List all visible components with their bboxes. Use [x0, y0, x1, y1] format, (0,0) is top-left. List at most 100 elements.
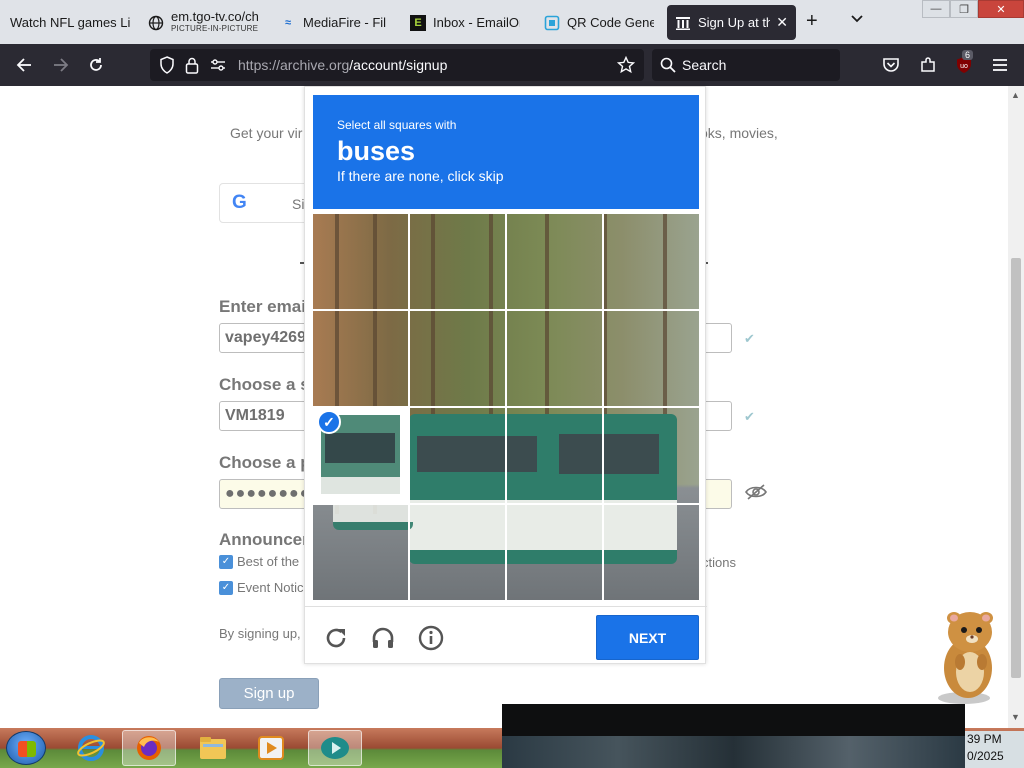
url-text[interactable]: https://archive.org/account/signup: [238, 57, 447, 73]
captcha-cell[interactable]: [604, 505, 699, 600]
grid-line: [313, 503, 699, 505]
captcha-cell[interactable]: [410, 505, 506, 600]
eye-off-icon[interactable]: [745, 484, 767, 505]
selected-check-icon: ✓: [317, 410, 341, 434]
url-bar[interactable]: https://archive.org/account/signup: [150, 49, 644, 81]
emailondeck-icon: E: [410, 14, 426, 31]
tab-qr-code[interactable]: QR Code Genera: [536, 5, 662, 40]
grid-line: [313, 309, 699, 311]
lock-icon[interactable]: [181, 54, 203, 76]
url-host: https://archive.org: [238, 57, 350, 73]
media-player-icon[interactable]: [244, 730, 298, 766]
captcha-target: buses: [337, 136, 416, 166]
scroll-down-icon[interactable]: ▼: [1011, 712, 1020, 722]
search-bar[interactable]: Search: [652, 49, 840, 81]
chevron-down-icon[interactable]: [850, 12, 864, 27]
screenname-label: Choose a s: [219, 375, 310, 394]
tab-label: QR Code Genera: [567, 15, 654, 30]
picture-in-picture-video[interactable]: [502, 704, 965, 768]
email-value: vapey4269: [225, 329, 306, 346]
captcha-cell[interactable]: [604, 408, 699, 504]
password-value: ●●●●●●●●: [225, 485, 311, 502]
firefox-icon[interactable]: [122, 730, 176, 766]
captcha-footer-divider: [305, 606, 707, 607]
tab-mediafire[interactable]: ≈ MediaFire - Files: [272, 5, 394, 40]
tracking-shield-icon[interactable]: [156, 54, 178, 76]
tab-tgo-tv[interactable]: em.tgo-tv.co/ch PICTURE-IN-PICTURE: [140, 5, 268, 40]
captcha-cell[interactable]: [313, 311, 409, 407]
reload-icon[interactable]: [85, 54, 107, 76]
next-button[interactable]: NEXT: [596, 615, 699, 660]
announcements-label: Announcen: [219, 530, 313, 549]
captcha-hint: If there are none, click skip: [337, 168, 504, 184]
back-icon[interactable]: [13, 54, 35, 76]
captcha-image-grid: ✓: [313, 214, 699, 600]
google-icon: G: [232, 192, 247, 213]
tab-emailondeck[interactable]: E Inbox - EmailOnl: [402, 5, 528, 40]
captcha-instruction: Select all squares with: [337, 118, 457, 132]
captcha-header: Select all squares with buses If there a…: [313, 95, 699, 209]
refresh-icon[interactable]: [321, 623, 351, 653]
captcha-cell[interactable]: [604, 311, 699, 407]
tab-label: MediaFire - Files: [303, 15, 386, 30]
page-scrollbar[interactable]: ▲ ▼: [1008, 86, 1024, 728]
restore-icon[interactable]: ❐: [950, 0, 978, 18]
tab-nfl[interactable]: Watch NFL games Li: [2, 5, 140, 40]
captcha-cell[interactable]: [313, 214, 409, 310]
qr-icon: [544, 15, 560, 31]
globe-icon: [148, 15, 164, 31]
info-icon[interactable]: [416, 623, 446, 653]
checkbox-checked-icon[interactable]: ✓: [219, 554, 233, 569]
captcha-cell[interactable]: [507, 505, 603, 600]
page-tagline: Get your vir: [230, 125, 303, 141]
captcha-cell[interactable]: [410, 408, 506, 504]
scroll-up-icon[interactable]: ▲: [1011, 90, 1020, 100]
signup-button[interactable]: Sign up: [219, 678, 319, 709]
google-signin-label: Si: [292, 196, 305, 212]
password-label: Choose a p: [219, 453, 311, 472]
app-icon[interactable]: [308, 730, 362, 766]
captcha-cell[interactable]: [507, 311, 603, 407]
captcha-cell[interactable]: [410, 214, 506, 310]
clock-time: 39 PM: [967, 732, 1002, 746]
archive-icon: [675, 15, 691, 31]
bookmark-star-icon[interactable]: [615, 54, 637, 76]
tab-archive-signup[interactable]: Sign Up at the ✕: [667, 5, 796, 40]
headphones-icon[interactable]: [368, 623, 398, 653]
announcement-option-label: Best of the: [237, 554, 300, 569]
system-clock[interactable]: 39 PM 0/2025: [965, 731, 1024, 768]
tab-label: em.tgo-tv.co/ch: [171, 10, 259, 24]
announcement-option-1[interactable]: ✓ Best of the: [219, 554, 299, 569]
captcha-cell[interactable]: [410, 311, 506, 407]
permissions-icon[interactable]: [207, 54, 229, 76]
minimize-icon[interactable]: —: [922, 0, 950, 18]
close-tab-icon[interactable]: ✕: [776, 14, 788, 31]
screenname-valid-icon: ✔: [744, 409, 755, 424]
url-path: /account/signup: [349, 57, 448, 73]
window-close-icon[interactable]: ✕: [978, 0, 1024, 18]
new-tab-icon[interactable]: +: [806, 10, 818, 33]
captcha-cell[interactable]: [507, 214, 603, 310]
captcha-challenge: Select all squares with buses If there a…: [304, 86, 707, 664]
navigation-bar: https://archive.org/account/signup Searc…: [0, 44, 1024, 86]
captcha-cell[interactable]: [507, 408, 603, 504]
announcement-option-2[interactable]: ✓ Event Notic: [219, 580, 303, 595]
captcha-cell[interactable]: [313, 505, 409, 600]
svg-text:uo: uo: [960, 63, 968, 70]
scroll-thumb[interactable]: [1011, 258, 1021, 678]
start-button[interactable]: [6, 731, 46, 765]
checkbox-checked-icon[interactable]: ✓: [219, 580, 233, 595]
menu-icon[interactable]: [989, 54, 1011, 76]
hamster-mascot[interactable]: [924, 606, 1008, 706]
mediafire-icon: ≈: [284, 16, 292, 29]
tab-label: Inbox - EmailOnl: [433, 15, 520, 30]
pocket-icon[interactable]: [880, 54, 902, 76]
captcha-cell[interactable]: [604, 214, 699, 310]
search-icon: [657, 54, 679, 76]
internet-explorer-icon[interactable]: [64, 730, 118, 766]
forward-icon[interactable]: [50, 54, 72, 76]
video-frame: [502, 736, 965, 768]
terms-text: By signing up,: [219, 626, 301, 641]
file-explorer-icon[interactable]: [186, 730, 240, 766]
extensions-icon[interactable]: [917, 54, 939, 76]
